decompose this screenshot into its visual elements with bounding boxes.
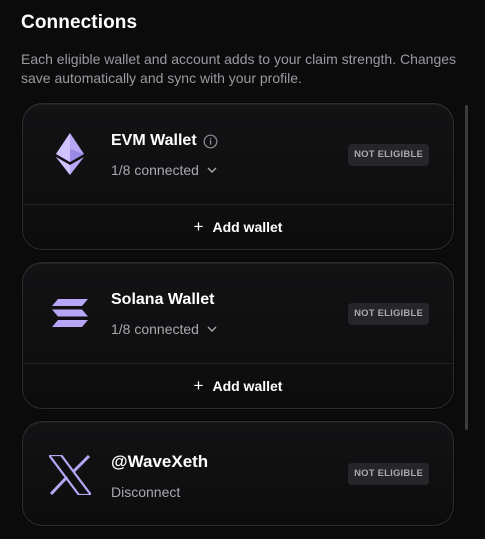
add-wallet-label: Add wallet	[212, 219, 283, 235]
solana-icon	[49, 290, 91, 336]
plus-icon: +	[193, 376, 204, 395]
solana-wallet-card: Solana Wallet 1/8 connected NOT ELIGIBLE…	[22, 262, 454, 409]
x-icon	[49, 452, 91, 498]
add-wallet-label: Add wallet	[212, 378, 283, 394]
evm-wallet-name: EVM Wallet	[111, 132, 197, 149]
status-badge: NOT ELIGIBLE	[348, 303, 429, 325]
card-title: Solana Wallet	[111, 291, 214, 309]
add-wallet-button[interactable]: + Add wallet	[23, 364, 453, 408]
connected-count-dropdown[interactable]: 1/8 connected	[111, 321, 217, 337]
x-handle: @WaveXeth	[111, 452, 209, 471]
chevron-down-icon	[207, 326, 217, 332]
solana-wallet-name: Solana Wallet	[111, 291, 215, 308]
add-wallet-button[interactable]: + Add wallet	[23, 205, 453, 249]
disconnect-label: Disconnect	[111, 484, 181, 500]
disconnect-link[interactable]: Disconnect	[111, 484, 180, 500]
plus-icon: +	[193, 217, 204, 236]
connected-count: 1/8 connected	[111, 162, 199, 178]
page-title: Connections	[21, 12, 138, 33]
info-icon[interactable]	[203, 134, 218, 149]
connected-count-dropdown[interactable]: 1/8 connected	[111, 162, 217, 178]
connections-panel: Connections Each eligible wallet and acc…	[0, 0, 485, 539]
evm-wallet-card: EVM Wallet 1/8 connected NOT ELIGIBLE + …	[22, 103, 454, 250]
status-badge: NOT ELIGIBLE	[348, 463, 429, 485]
connected-count: 1/8 connected	[111, 321, 199, 337]
status-badge: NOT ELIGIBLE	[348, 144, 429, 166]
card-title: EVM Wallet	[111, 132, 218, 150]
scrollbar[interactable]	[465, 105, 468, 430]
ethereum-icon	[49, 131, 91, 177]
card-title: @WaveXeth	[111, 452, 208, 472]
x-account-card: @WaveXeth Disconnect NOT ELIGIBLE	[22, 421, 454, 526]
chevron-down-icon	[207, 167, 217, 173]
page-description: Each eligible wallet and account adds to…	[21, 51, 457, 86]
